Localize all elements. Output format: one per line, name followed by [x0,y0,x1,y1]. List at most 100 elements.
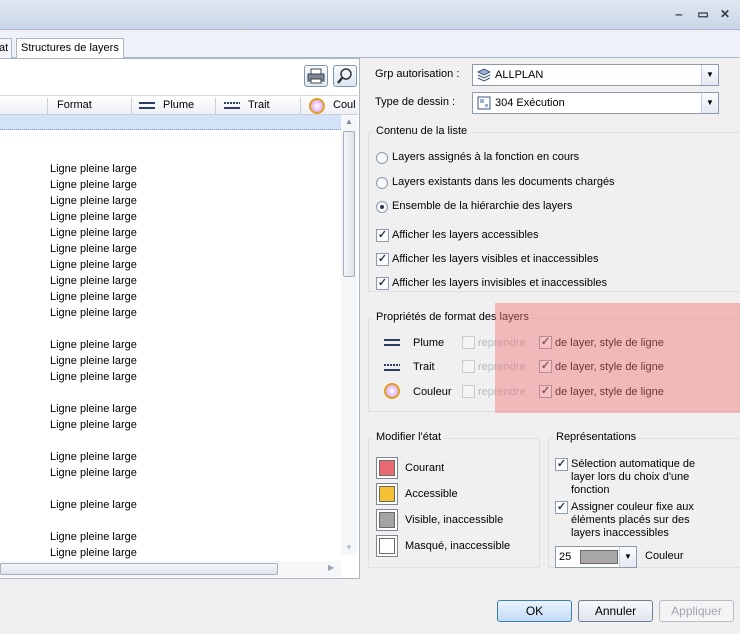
horizontal-scroll-thumb[interactable] [0,563,278,575]
proprietes-format-group: Propriétés de format des layers Plume re… [368,311,740,412]
list-item[interactable]: Ligne pleine large [50,163,137,175]
prop-trait-label: Trait [413,361,435,373]
accessible-label: Accessible [405,488,458,500]
check-layers-visibles-label[interactable]: Afficher les layers visibles et inaccess… [392,253,598,265]
radio-ensemble-hierarchie[interactable] [376,201,388,213]
courant-label: Courant [405,462,445,474]
masque-inaccessible-label: Masqué, inaccessible [405,540,511,552]
prop-plume-label: Plume [413,337,445,349]
column-separator[interactable] [47,98,48,114]
check-couleur-fixe[interactable]: ✓ [555,501,568,514]
couleur-fixe-line1[interactable]: Assigner couleur fixe aux [571,501,694,513]
check-layers-accessibles-label[interactable]: Afficher les layers accessibles [392,229,539,241]
maximize-button[interactable]: ▭ [695,6,711,22]
check-layers-invisibles-inaccessibles[interactable]: ✓ [376,277,389,290]
radio-layers-documents[interactable] [376,177,388,189]
chevron-down-icon[interactable]: ▼ [701,93,718,113]
radio-ensemble-hierarchie-label[interactable]: Ensemble de la hiérarchie des layers [392,200,572,212]
visible-inaccessible-color-button[interactable] [376,509,398,531]
list-item[interactable]: Ligne pleine large [50,403,137,415]
check-selection-automatique[interactable]: ✓ [555,458,568,471]
list-item[interactable]: Ligne pleine large [50,211,137,223]
column-separator[interactable] [131,98,132,114]
print-button[interactable] [304,65,328,87]
list-item[interactable]: Ligne pleine large [50,467,137,479]
masque-inaccessible-color-button[interactable] [376,535,398,557]
color-number-select[interactable]: 25 ▼ [555,546,637,568]
horizontal-scrollbar[interactable]: ▶ [0,561,341,577]
color-preview-swatch [580,550,618,564]
chevron-down-icon[interactable]: ▼ [701,65,718,85]
list-item[interactable]: Ligne pleine large [50,259,137,271]
check-trait-reprendre[interactable] [462,360,475,373]
column-header-couleur[interactable]: Coul [333,99,356,111]
proprietes-format-title: Propriétés de format des layers [373,311,532,323]
radio-layers-fonction[interactable] [376,152,388,164]
check-plume-de-layer[interactable]: ✓ [539,336,552,349]
list-item[interactable]: Ligne pleine large [50,227,137,239]
list-item[interactable]: Ligne pleine large [50,499,137,511]
selection-automatique-line1[interactable]: Sélection automatique de [571,458,695,470]
close-button[interactable]: ✕ [717,6,733,22]
color-wheel-icon [309,98,325,114]
list-item[interactable]: Ligne pleine large [50,243,137,255]
list-item[interactable]: Ligne pleine large [50,451,137,463]
radio-layers-documents-label[interactable]: Layers existants dans les documents char… [392,176,615,188]
list-item[interactable]: Ligne pleine large [50,531,137,543]
column-separator[interactable] [215,98,216,114]
selection-automatique-line2[interactable]: layer lors du choix d'une [571,471,689,483]
list-item[interactable]: Ligne pleine large [50,355,137,367]
column-separator[interactable] [300,98,301,114]
scroll-down-icon[interactable]: ▼ [345,543,353,552]
selected-row[interactable] [0,115,341,130]
annuler-button[interactable]: Annuler [578,600,653,622]
check-couleur-reprendre[interactable] [462,385,475,398]
scroll-right-icon[interactable]: ▶ [328,563,334,572]
plume-de-layer-label[interactable]: de layer, style de ligne [555,337,664,349]
grp-autorisation-select[interactable]: ALLPLAN ▼ [472,64,719,86]
accessible-color-button[interactable] [376,483,398,505]
list-item[interactable]: Ligne pleine large [50,419,137,431]
drawing-type-icon [477,96,491,110]
column-header-plume[interactable]: Plume [163,99,194,111]
couleur-fixe-line3[interactable]: layers inaccessibles [571,527,669,539]
visible-inaccessible-label: Visible, inaccessible [405,514,504,526]
courant-color-button[interactable] [376,457,398,479]
vertical-scroll-thumb[interactable] [343,131,355,277]
representations-title: Représentations [553,431,640,443]
couleur-de-layer-label[interactable]: de layer, style de ligne [555,386,664,398]
column-header-format[interactable]: Format [57,99,92,111]
tab-format[interactable]: at [0,38,12,58]
minimize-button[interactable]: ‒ [671,6,687,22]
trait-reprendre-label: reprendre [478,361,526,373]
search-button[interactable] [333,65,357,87]
check-plume-reprendre[interactable] [462,336,475,349]
check-couleur-de-layer[interactable]: ✓ [539,385,552,398]
scroll-up-icon[interactable]: ▲ [345,117,353,126]
check-layers-invisibles-label[interactable]: Afficher les layers invisibles et inacce… [392,277,607,289]
selection-automatique-line3[interactable]: fonction [571,484,610,496]
vertical-scrollbar[interactable]: ▲ ▼ [341,115,357,555]
couleur-fixe-line2[interactable]: éléments placés sur des [571,514,690,526]
radio-layers-fonction-label[interactable]: Layers assignés à la fonction en cours [392,151,579,163]
list-item[interactable]: Ligne pleine large [50,339,137,351]
list-item[interactable]: Ligne pleine large [50,291,137,303]
check-layers-accessibles[interactable]: ✓ [376,229,389,242]
layers-stack-icon [477,68,491,82]
list-item[interactable]: Ligne pleine large [50,307,137,319]
trait-de-layer-label[interactable]: de layer, style de ligne [555,361,664,373]
tab-structures-de-layers[interactable]: Structures de layers [16,38,124,58]
list-item[interactable]: Ligne pleine large [50,275,137,287]
chevron-down-icon[interactable]: ▼ [619,547,636,567]
column-header-trait[interactable]: Trait [248,99,270,111]
ok-button[interactable]: OK [497,600,572,622]
check-layers-visibles-inaccessibles[interactable]: ✓ [376,253,389,266]
appliquer-button[interactable]: Appliquer [659,600,734,622]
check-trait-de-layer[interactable]: ✓ [539,360,552,373]
list-item[interactable]: Ligne pleine large [50,371,137,383]
plume-reprendre-label: reprendre [478,337,526,349]
list-item[interactable]: Ligne pleine large [50,195,137,207]
type-dessin-select[interactable]: 304 Exécution ▼ [472,92,719,114]
list-item[interactable]: Ligne pleine large [50,179,137,191]
list-item[interactable]: Ligne pleine large [50,547,137,559]
